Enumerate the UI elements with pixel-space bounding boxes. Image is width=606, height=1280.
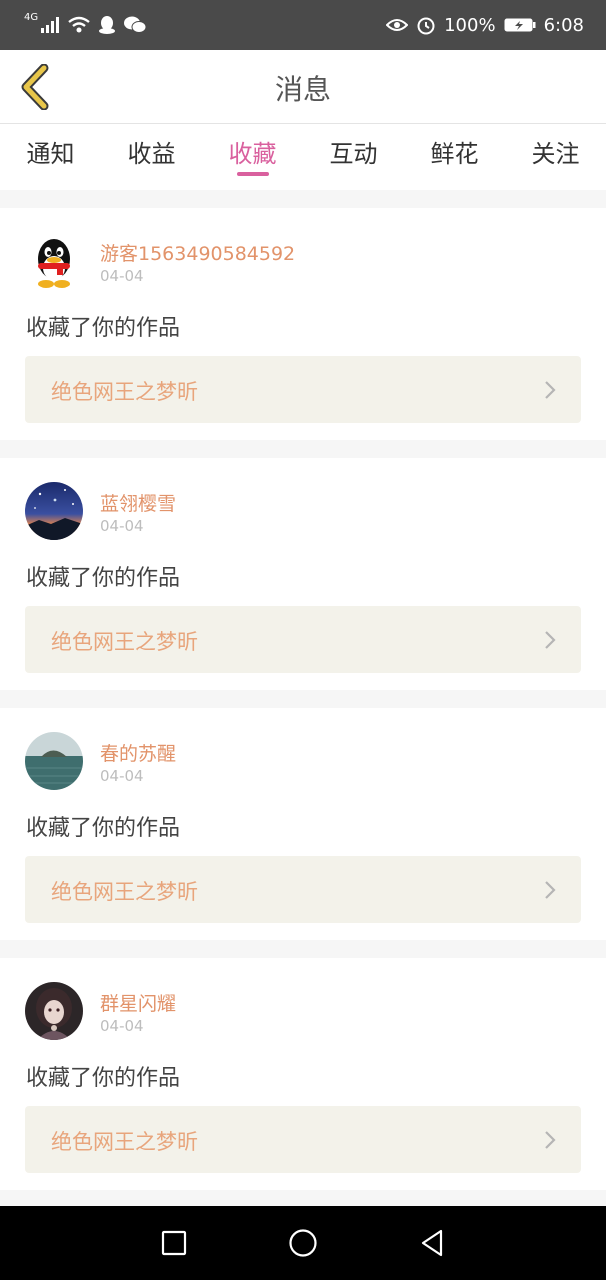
signal-icon (41, 17, 60, 33)
qq-penguin-avatar[interactable] (25, 232, 83, 290)
action-text: 收藏了你的作品 (26, 816, 181, 841)
tab-bar: 通知 收益 收藏 互动 鲜花 关注 (0, 124, 606, 190)
chevron-right-icon (545, 381, 556, 399)
message-card: 蓝翎樱雪 04-04 收藏了你的作品 绝色网王之梦昕 (0, 458, 606, 690)
action-text: 收藏了你的作品 (26, 566, 181, 591)
sea-island-avatar[interactable] (25, 732, 83, 790)
message-date: 04-04 (100, 517, 144, 535)
starry-sky-avatar[interactable] (25, 482, 83, 540)
tab-notifications[interactable]: 通知 (0, 124, 101, 190)
tab-flowers[interactable]: 鲜花 (404, 124, 505, 190)
work-link[interactable]: 绝色网王之梦昕 (25, 856, 581, 923)
username[interactable]: 春的苏醒 (100, 739, 176, 766)
network-type: 4G (24, 12, 39, 23)
tab-favorites[interactable]: 收藏 (202, 124, 303, 190)
page-title: 消息 (274, 73, 331, 106)
system-nav-bar (0, 1206, 606, 1280)
status-left: 4G (24, 12, 147, 35)
eye-icon (386, 19, 409, 31)
recent-apps-icon (162, 1230, 187, 1256)
work-title: 绝色网王之梦昕 (51, 380, 198, 404)
wifi-icon (68, 16, 90, 33)
chevron-right-icon (545, 631, 556, 649)
clock: 6:08 (543, 14, 584, 36)
username[interactable]: 蓝翎樱雪 (100, 489, 176, 516)
status-right: 100% 6:08 (386, 15, 584, 36)
battery-icon (504, 18, 536, 32)
battery-percent: 100% (444, 14, 496, 36)
action-text: 收藏了你的作品 (26, 316, 181, 341)
work-link[interactable]: 绝色网王之梦昕 (25, 356, 581, 423)
message-card: 春的苏醒 04-04 收藏了你的作品 绝色网王之梦昕 (0, 708, 606, 940)
tab-earnings[interactable]: 收益 (101, 124, 202, 190)
back-nav-button[interactable] (407, 1218, 457, 1268)
chevron-right-icon (545, 1131, 556, 1149)
message-date: 04-04 (100, 1017, 144, 1035)
message-list: 游客1563490584592 04-04 收藏了你的作品 绝色网王之梦昕 蓝翎… (0, 190, 606, 1206)
qq-icon (99, 16, 116, 34)
work-title: 绝色网王之梦昕 (51, 1130, 198, 1154)
message-card: 群星闪耀 04-04 收藏了你的作品 绝色网王之梦昕 (0, 958, 606, 1190)
wechat-icon (124, 16, 147, 33)
username[interactable]: 游客1563490584592 (100, 239, 295, 266)
username[interactable]: 群星闪耀 (100, 989, 176, 1016)
home-icon (289, 1229, 317, 1257)
work-title: 绝色网王之梦昕 (51, 630, 198, 654)
alarm-icon (417, 17, 435, 35)
action-text: 收藏了你的作品 (26, 1066, 181, 1091)
work-link[interactable]: 绝色网王之梦昕 (25, 1106, 581, 1173)
message-date: 04-04 (100, 767, 144, 785)
back-icon (421, 1229, 442, 1257)
recent-apps-button[interactable] (149, 1218, 199, 1268)
chevron-right-icon (545, 881, 556, 899)
header: 消息 (0, 50, 606, 124)
tab-following[interactable]: 关注 (505, 124, 606, 190)
tab-interactions[interactable]: 互动 (303, 124, 404, 190)
work-link[interactable]: 绝色网王之梦昕 (25, 606, 581, 673)
anime-girl-avatar[interactable] (25, 982, 83, 1040)
home-button[interactable] (278, 1218, 328, 1268)
status-bar: 4G 100% 6:08 (0, 0, 606, 50)
work-title: 绝色网王之梦昕 (51, 880, 198, 904)
message-date: 04-04 (100, 267, 144, 285)
message-card: 游客1563490584592 04-04 收藏了你的作品 绝色网王之梦昕 (0, 208, 606, 440)
